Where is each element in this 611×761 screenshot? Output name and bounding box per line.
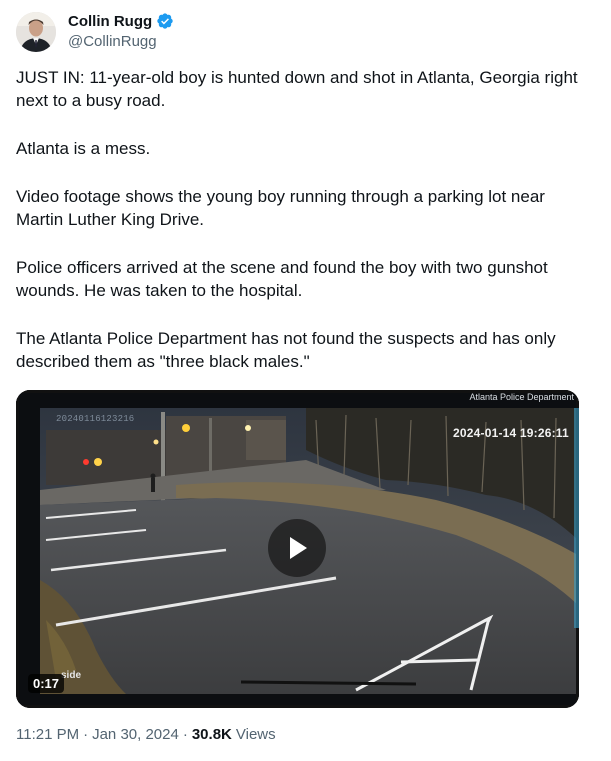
views-label: Views — [235, 726, 276, 743]
author-handle[interactable]: @CollinRugg — [68, 33, 157, 50]
tweet: Collin Rugg @CollinRugg JUST IN: 11-year… — [0, 0, 611, 761]
verified-badge-icon — [156, 12, 174, 30]
author-display-name[interactable]: Collin Rugg — [68, 13, 152, 30]
tweet-text: JUST IN: 11-year-old boy is hunted down … — [16, 66, 591, 373]
tweet-paragraph: Police officers arrived at the scene and… — [16, 258, 548, 300]
author-avatar[interactable] — [16, 12, 56, 52]
camera-timestamp: 2024-01-14 19:26:11 — [453, 426, 569, 440]
tweet-paragraph: Video footage shows the young boy runnin… — [16, 187, 545, 229]
tweet-paragraph: Atlanta is a mess. — [16, 139, 151, 158]
author-name-row: Collin Rugg — [68, 11, 174, 31]
tweet-time[interactable]: 11:21 PM — [16, 726, 79, 743]
tweet-paragraph: The Atlanta Police Department has not fo… — [16, 329, 556, 371]
play-icon — [290, 537, 307, 559]
camera-id: 20240116123216 — [56, 414, 135, 424]
profile-photo-icon — [16, 12, 56, 52]
camera-source-label: Atlanta Police Department — [469, 392, 574, 402]
views-count[interactable]: 30.8K — [192, 726, 232, 743]
meta-separator: · — [83, 726, 89, 743]
meta-separator: · — [182, 726, 188, 743]
tweet-meta: 11:21 PM · Jan 30, 2024 · 30.8K Views — [16, 726, 276, 743]
video-duration: 0:17 — [28, 674, 65, 693]
video-player[interactable]: Atlanta Police Department 20240116123216… — [16, 390, 579, 708]
tweet-paragraph: JUST IN: 11-year-old boy is hunted down … — [16, 68, 578, 110]
tweet-date[interactable]: Jan 30, 2024 — [92, 726, 179, 743]
play-button[interactable] — [268, 519, 326, 577]
